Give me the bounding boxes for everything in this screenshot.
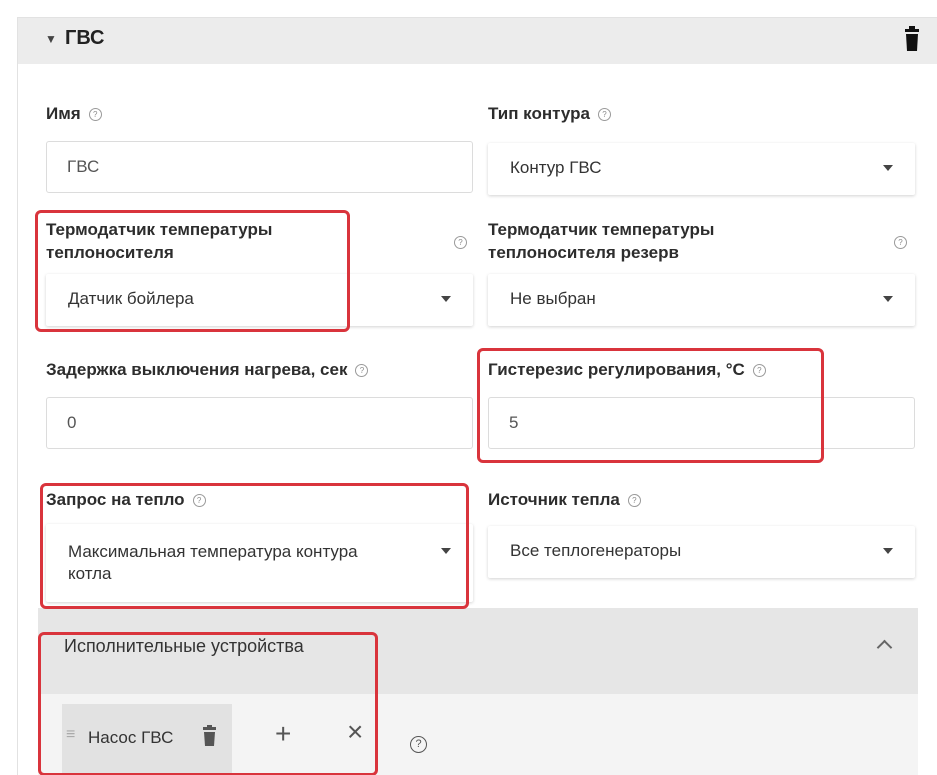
help-icon[interactable]: ? [355, 364, 369, 378]
circuit-type-label: Тип контура? [488, 102, 611, 125]
caret-down-icon[interactable]: ▼ [45, 32, 57, 46]
sensor-reserve-label: Термодатчик температуры теплоносителя ре… [488, 220, 715, 262]
dropdown-arrow-icon [883, 165, 893, 171]
heat-source-value: Все теплогенераторы [510, 541, 682, 560]
highlight-heat-request [40, 483, 469, 609]
sensor-reserve-value: Не выбран [510, 289, 596, 308]
settings-card: ⋮ ▼ ГВС Имя? ГВС Тип контура? Контур ГВС… [17, 17, 937, 775]
section-title: ГВС [65, 27, 105, 49]
name-input[interactable]: ГВС [46, 141, 473, 193]
help-icon[interactable]: ? [597, 108, 611, 122]
section-header[interactable]: ⋮ ▼ ГВС [18, 18, 937, 64]
trash-icon[interactable] [903, 26, 921, 52]
highlight-actuators [38, 632, 378, 775]
chevron-up-icon[interactable] [876, 639, 893, 656]
dropdown-arrow-icon [883, 296, 893, 302]
drag-handle-icon[interactable]: ⋮ [18, 28, 21, 48]
highlight-hysteresis [477, 348, 824, 463]
heat-source-select[interactable]: Все теплогенераторы [488, 526, 915, 578]
dropdown-arrow-icon [883, 548, 893, 554]
heat-source-label: Источник тепла? [488, 488, 641, 511]
highlight-sensor [35, 210, 350, 332]
sensor-reserve-select[interactable]: Не выбран [488, 274, 915, 326]
help-icon[interactable]: ? [410, 736, 427, 753]
help-icon[interactable]: ? [88, 108, 102, 122]
delay-label: Задержка выключения нагрева, сек? [46, 358, 369, 381]
circuit-type-value: Контур ГВС [510, 158, 602, 177]
circuit-type-select[interactable]: Контур ГВС [488, 143, 915, 195]
dropdown-arrow-icon [441, 296, 451, 302]
help-icon[interactable]: ? [627, 494, 641, 508]
help-icon[interactable]: ? [894, 236, 907, 249]
delay-input[interactable]: 0 [46, 397, 473, 449]
name-label: Имя? [46, 102, 102, 125]
help-icon[interactable]: ? [454, 236, 467, 249]
